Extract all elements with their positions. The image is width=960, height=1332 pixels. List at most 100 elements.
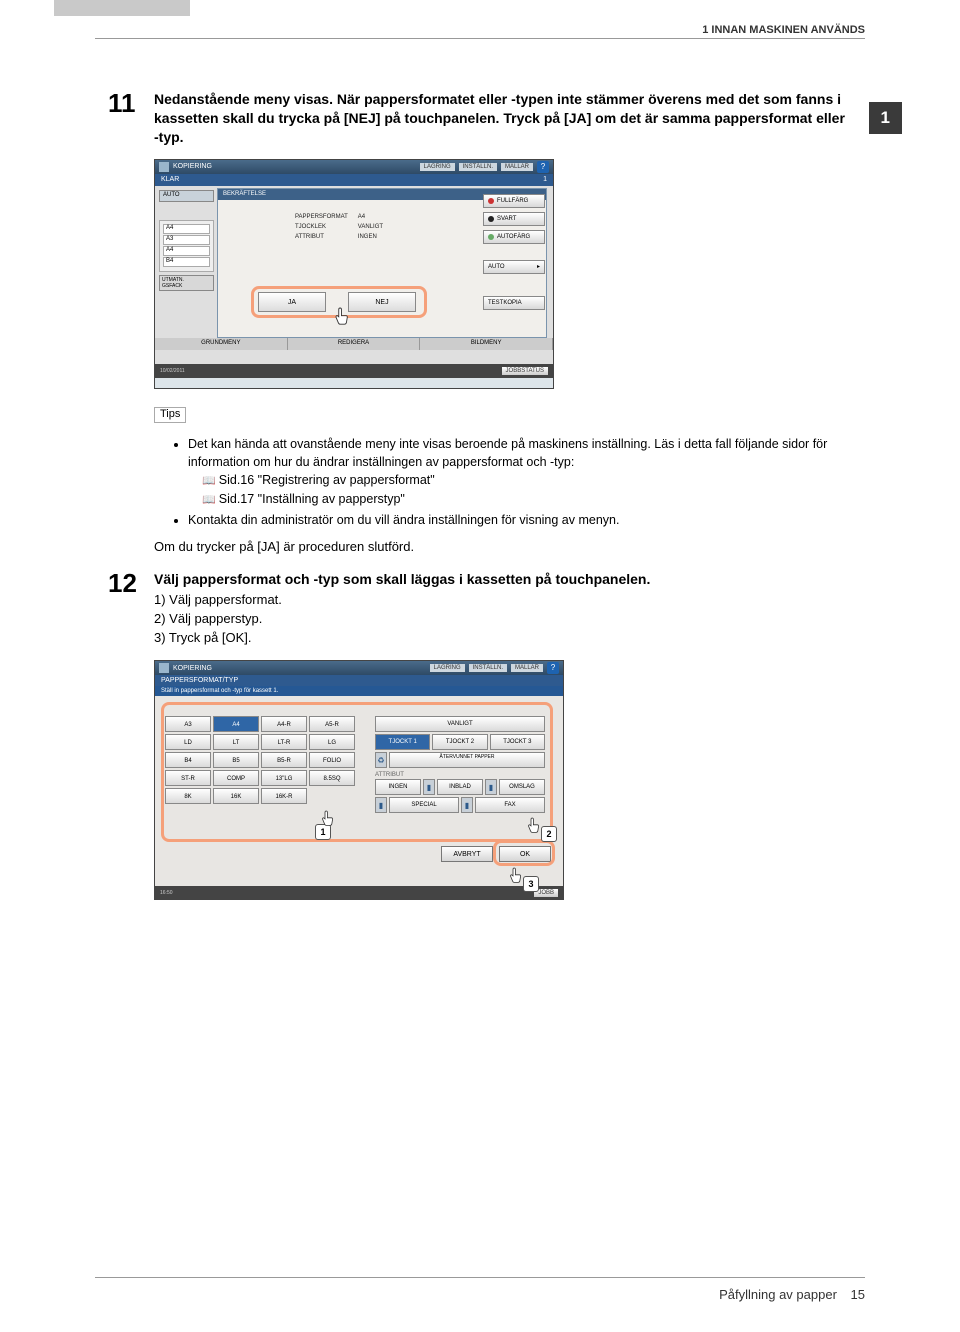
size-ltr[interactable]: LT-R (261, 734, 307, 750)
header-rule (95, 38, 865, 39)
substep-2: 2) Välj papperstyp. (154, 610, 852, 628)
shot2-footer: 16:50 JOBB (155, 886, 563, 900)
size-8k[interactable]: 8K (165, 788, 211, 804)
shot2-title: KOPIERING (173, 665, 212, 672)
size-13lg[interactable]: 13"LG (261, 770, 307, 786)
shot2-tab-mallar[interactable]: MALLAR (511, 664, 543, 672)
shot2-tab-install[interactable]: INSTÄLLN. (469, 664, 507, 672)
size-85sq[interactable]: 8.5SQ (309, 770, 355, 786)
app-icon (159, 663, 169, 673)
size-b5r[interactable]: B5-R (261, 752, 307, 768)
tray-stack: A4 A3 A4 B4 (159, 220, 214, 272)
avbryt-button[interactable]: AVBRYT (441, 846, 493, 862)
output-tray[interactable]: UTMATN. GSFACK (159, 275, 214, 291)
rbtn-svart[interactable]: SVART (483, 212, 545, 226)
size-lg[interactable]: LG (309, 734, 355, 750)
step-12-body: Välj pappersformat och -typ som skall lä… (154, 570, 852, 648)
chapter-tab: 1 (869, 102, 902, 134)
app-icon (159, 162, 169, 172)
step-number-12: 12 (108, 570, 154, 648)
size-16kr[interactable]: 16K-R (261, 788, 307, 804)
touchpanel-shot-1: KOPIERING LAGRING INSTÄLLN. MALLAR ? KLA… (154, 159, 554, 389)
attr-inblad[interactable]: INBLAD (437, 779, 483, 795)
step-12-substeps: 1) Välj pappersformat. 2) Välj pappersty… (154, 591, 852, 648)
hand-icon-2 (525, 816, 541, 836)
shot1-footer: 10/02/2011 JOBBSTATUS (155, 364, 553, 378)
touchpanel-shot-2: KOPIERING LAGRING INSTÄLLN. MALLAR ? PAP… (154, 660, 564, 900)
shot1-tab-install[interactable]: INSTÄLLN. (459, 163, 497, 171)
size-a4[interactable]: A4 (213, 716, 259, 732)
shot2-action-buttons: AVBRYT OK (441, 846, 551, 862)
tray-a4[interactable]: A4 (163, 224, 210, 234)
size-comp[interactable]: COMP (213, 770, 259, 786)
size-a3[interactable]: A3 (165, 716, 211, 732)
size-a5r[interactable]: A5-R (309, 716, 355, 732)
shot2-banner2: Ställ in pappersformat och -typ för kass… (155, 686, 563, 696)
footer-date: 10/02/2011 (160, 368, 185, 374)
screenshot-1: KOPIERING LAGRING INSTÄLLN. MALLAR ? KLA… (154, 159, 554, 389)
substep-3: 3) Tryck på [OK]. (154, 629, 852, 647)
tray-b4[interactable]: B4 (163, 257, 210, 267)
rbtn-fullfarg[interactable]: FULLFÄRG (483, 194, 545, 208)
shot1-tab-mallar[interactable]: MALLAR (501, 163, 533, 171)
auto-label[interactable]: AUTO (159, 190, 214, 202)
ok-button[interactable]: OK (499, 846, 551, 862)
dot-icon (488, 234, 494, 240)
shot2-banner: PAPPERSFORMAT/TYP (155, 675, 563, 686)
step-12: 12 Välj pappersformat och -typ som skall… (108, 570, 852, 648)
step-11-body: Nedanstående meny visas. När pappersform… (154, 90, 852, 147)
size-folio[interactable]: FOLIO (309, 752, 355, 768)
rbtn-autofarg[interactable]: AUTOFÄRG (483, 230, 545, 244)
shot2-tab-lagring[interactable]: LAGRING (430, 664, 465, 672)
attr-ingen[interactable]: INGEN (375, 779, 421, 795)
shot1-bottom-tabs: GRUNDMENY REDIGERA BILDMENY (155, 338, 553, 350)
help-icon[interactable]: ? (537, 161, 549, 173)
section-header: 1 INNAN MASKINEN ANVÄNDS (702, 24, 865, 36)
screenshot-2: KOPIERING LAGRING INSTÄLLN. MALLAR ? PAP… (154, 660, 564, 900)
size-lt[interactable]: LT (213, 734, 259, 750)
type-tjockt3[interactable]: TJOCKT 3 (490, 734, 545, 750)
size-16k[interactable]: 16K (213, 788, 259, 804)
tray-a3[interactable]: A3 (163, 235, 210, 245)
size-a4r[interactable]: A4-R (261, 716, 307, 732)
callout-2: 2 (541, 826, 557, 842)
ja-button[interactable]: JA (258, 292, 326, 312)
type-tjockt2[interactable]: TJOCKT 2 (432, 734, 487, 750)
attr-special[interactable]: SPECIAL (389, 797, 459, 813)
rbtn-auto[interactable]: AUTO▸ (483, 260, 545, 274)
status-text: KLAR (161, 176, 179, 183)
step-11-text: Nedanstående meny visas. När pappersform… (154, 91, 845, 145)
omslag-icon: ▮ (485, 779, 497, 795)
tab-bildmeny[interactable]: BILDMENY (420, 338, 553, 350)
callout-3: 3 (523, 876, 539, 892)
tips-item-2: Kontakta din administratör om du vill än… (188, 511, 852, 529)
tray-a4b[interactable]: A4 (163, 246, 210, 256)
fax-icon: ▮ (461, 797, 473, 813)
tab-grundmeny[interactable]: GRUNDMENY (155, 338, 288, 350)
shot1-title: KOPIERING (173, 163, 212, 170)
type-tjockt1[interactable]: TJOCKT 1 (375, 734, 430, 750)
shot1-tab-lagring[interactable]: LAGRING (420, 163, 455, 171)
dot-icon (488, 216, 494, 222)
size-b4[interactable]: B4 (165, 752, 211, 768)
type-atervunnet[interactable]: ÅTERVUNNET PAPPER (389, 752, 545, 768)
paper-size-grid: A3 A4 A4-R A5-R LD LT LT-R LG B4 B5 (165, 716, 365, 806)
size-str[interactable]: ST-R (165, 770, 211, 786)
property-table: PAPPERSFORMATA4 TJOCKLEKVANLIGT ATTRIBUT… (293, 212, 393, 244)
tab-redigera[interactable]: REDIGERA (288, 338, 421, 350)
attribut-label: ATTRIBUT (375, 772, 545, 778)
rbtn-testkopia[interactable]: TESTKOPIA (483, 296, 545, 310)
attr-omslag[interactable]: OMSLAG (499, 779, 545, 795)
size-ld[interactable]: LD (165, 734, 211, 750)
tips-item-1: Det kan hända att ovanstående meny inte … (188, 435, 852, 509)
book-ref-1: Sid.16 "Registrering av pappersformat" (202, 471, 852, 490)
nej-button[interactable]: NEJ (348, 292, 416, 312)
type-vanligt[interactable]: VANLIGT (375, 716, 545, 732)
help-icon[interactable]: ? (547, 662, 559, 674)
jobstatus-button[interactable]: JOBBSTATUS (502, 367, 548, 375)
special-icon: ▮ (375, 797, 387, 813)
procedure-note: Om du trycker på [JA] är proceduren slut… (154, 539, 852, 554)
size-b5[interactable]: B5 (213, 752, 259, 768)
shot1-right-buttons: FULLFÄRG SVART AUTOFÄRG AUTO▸ TESTKOPIA (483, 194, 545, 314)
attr-fax[interactable]: FAX (475, 797, 545, 813)
